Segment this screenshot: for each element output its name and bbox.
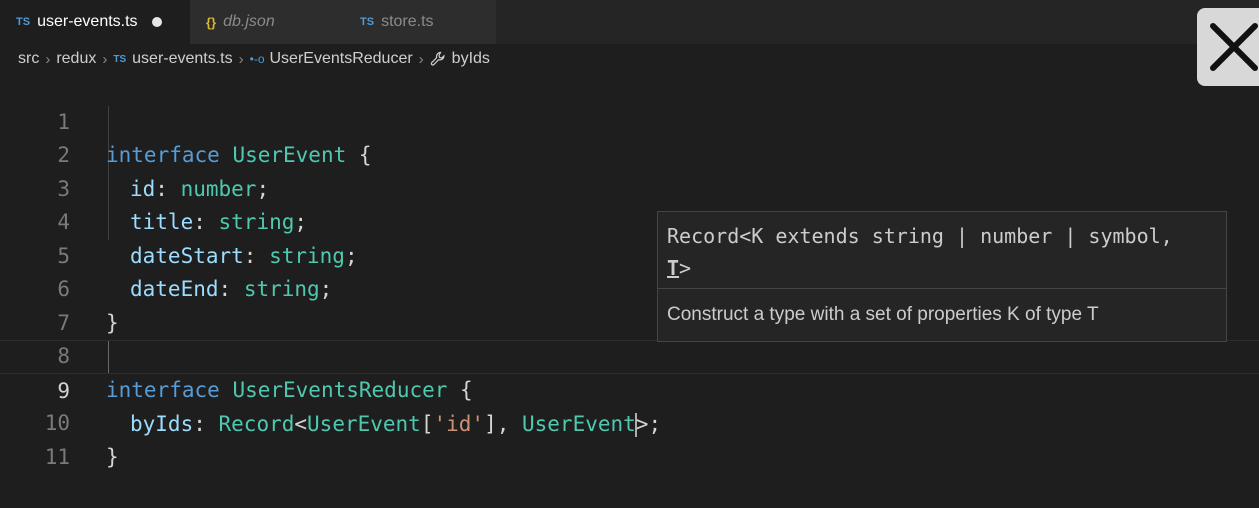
- breadcrumb-interface-label: UserEventsReducer: [269, 50, 413, 67]
- tab-store[interactable]: TS store.ts: [344, 0, 496, 44]
- breadcrumb-redux[interactable]: redux: [56, 50, 96, 68]
- hover-type-param: T: [667, 256, 680, 280]
- unsaved-dot-icon[interactable]: [151, 17, 162, 27]
- code-line-10: 10 }: [0, 374, 1259, 469]
- code-line-11: 11: [0, 407, 1259, 469]
- code-line-2: 2 id: number;: [0, 106, 1259, 201]
- chevron-right-icon: ›: [418, 50, 424, 68]
- code-line-3: 3 title: string;: [0, 139, 1259, 235]
- breadcrumb-property[interactable]: byIds: [430, 50, 490, 68]
- breadcrumb: src › redux › TS user-events.ts › •-o Us…: [18, 46, 490, 72]
- wrench-icon: [430, 51, 445, 66]
- tab-user-events[interactable]: TS user-events.ts: [0, 0, 190, 44]
- chevron-right-icon: ›: [45, 50, 51, 68]
- json-icon: {}: [206, 14, 217, 30]
- close-icon: [1210, 23, 1258, 71]
- breadcrumb-file[interactable]: TS user-events.ts: [113, 50, 232, 68]
- typescript-icon: TS: [360, 16, 375, 28]
- tab-label: db.json: [223, 13, 275, 30]
- line-number: 11: [44, 444, 70, 469]
- breadcrumb-interface[interactable]: •-o UserEventsReducer: [250, 50, 413, 68]
- line-content: }: [106, 444, 119, 469]
- hover-signature-line: Record<K extends string | number | symbo…: [667, 224, 1173, 248]
- hover-documentation: Construct a type with a set of propertie…: [667, 304, 1099, 325]
- typescript-icon: TS: [16, 16, 31, 28]
- breadcrumb-file-label: user-events.ts: [132, 50, 233, 67]
- hover-tooltip: Record<K extends string | number | symbo…: [657, 211, 1227, 342]
- hover-signature-end: >: [679, 256, 692, 280]
- hover-signature: Record<K extends string | number | symbo…: [667, 220, 1222, 284]
- code-line-9: 9 byIds: Record<UserEvent['id'], UserEve…: [0, 340, 1259, 437]
- breadcrumb-src[interactable]: src: [18, 50, 39, 68]
- interface-icon: •-o: [249, 52, 265, 66]
- tab-label: user-events.ts: [37, 13, 138, 30]
- typescript-icon: TS: [113, 53, 127, 65]
- chevron-right-icon: ›: [238, 50, 244, 68]
- divider: [658, 288, 1226, 289]
- code-line-1: 1 interface UserEvent {: [0, 72, 1259, 168]
- breadcrumb-property-label: byIds: [451, 50, 490, 67]
- code-line-4: 4 dateStart: string;: [0, 173, 1259, 268]
- tab-label: store.ts: [381, 13, 434, 30]
- chevron-right-icon: ›: [102, 50, 108, 68]
- tab-db-json[interactable]: {} db.json: [190, 0, 344, 44]
- tab-bar: TS user-events.ts {} db.json TS store.ts: [0, 0, 1259, 44]
